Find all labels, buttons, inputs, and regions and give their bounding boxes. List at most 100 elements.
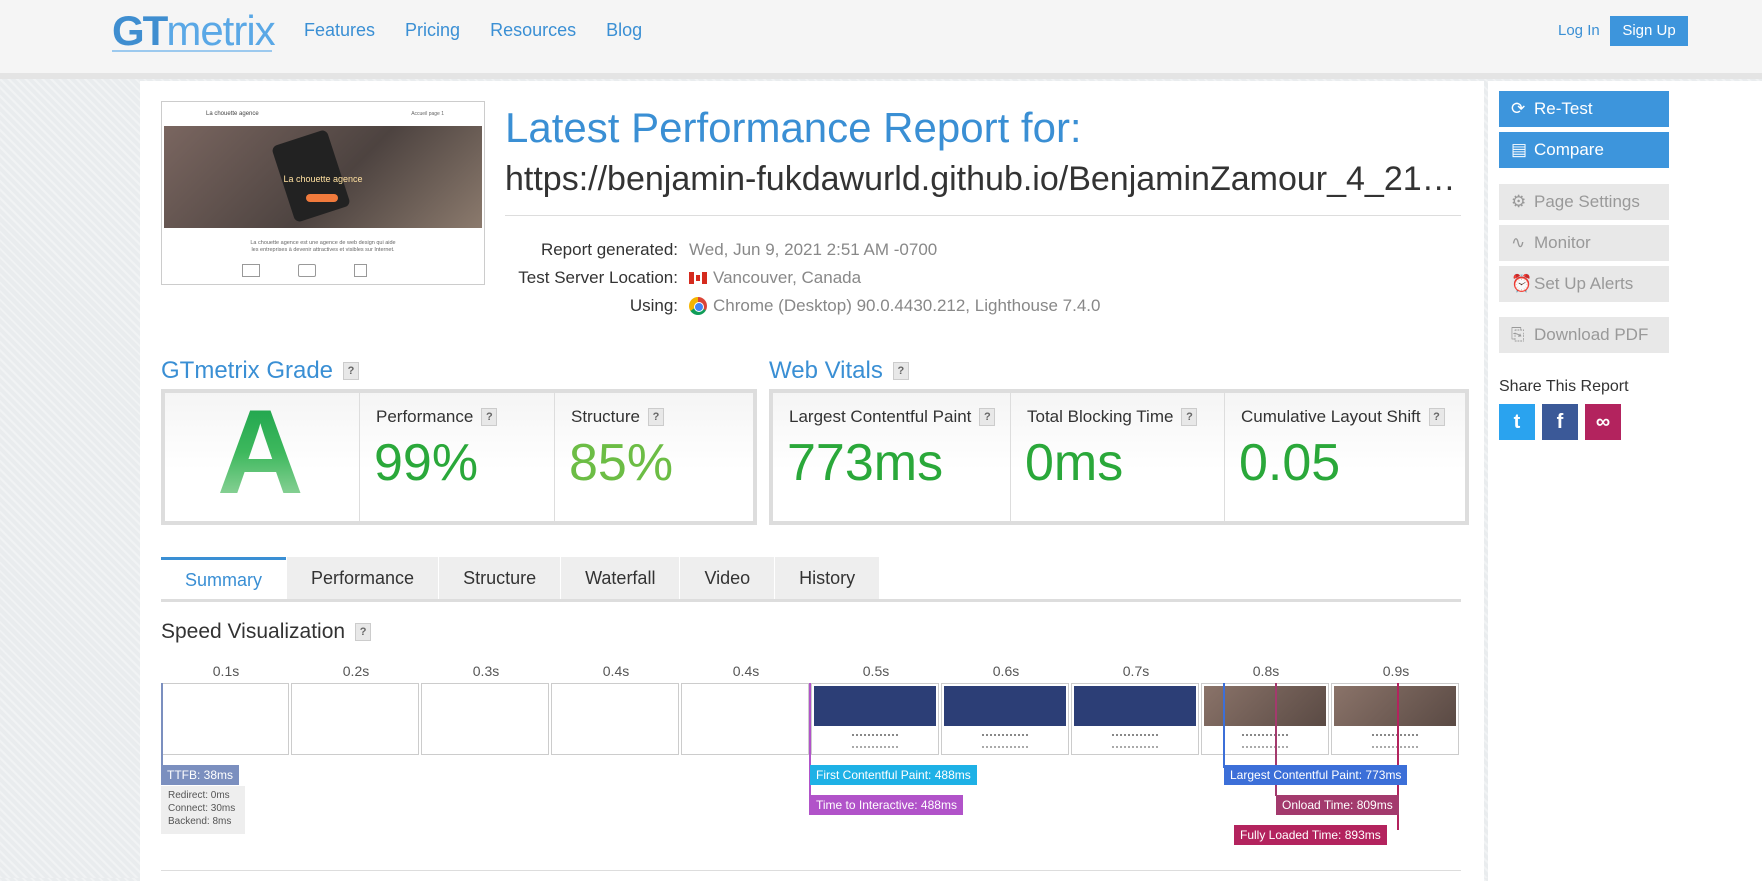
using-label: Using: (629, 296, 678, 315)
nav-blog-link[interactable]: Blog (606, 20, 642, 41)
grade-letter-cell: A (165, 385, 360, 521)
speed-visualization-heading: Speed Visualization? (161, 620, 372, 644)
performance-cell: Performance? 99% (360, 393, 555, 521)
tbt-cell: Total Blocking Time? 0ms (1011, 393, 1225, 521)
help-icon[interactable]: ? (1428, 408, 1445, 426)
web-vitals-heading: Web Vitals? (769, 357, 909, 385)
filmstrip-frame[interactable] (811, 683, 939, 755)
signup-button[interactable]: Sign Up (1610, 16, 1688, 46)
nav-features-link[interactable]: Features (304, 20, 375, 41)
top-navigation-bar: GTmetrix Features Pricing Resources Blog… (0, 0, 1762, 79)
help-icon[interactable]: ? (647, 408, 664, 426)
tab-history[interactable]: History (775, 557, 880, 599)
filmstrip-frame[interactable] (941, 683, 1069, 755)
monitor-button[interactable]: ∿ Monitor (1499, 225, 1669, 261)
vitals-title-text: Web Vitals (769, 357, 883, 384)
backend-time: Backend: 8ms (168, 816, 232, 827)
frame-text (852, 734, 898, 748)
tbt-label: Total Blocking Time? (1027, 407, 1198, 427)
frame-time-label: 0.6s (992, 663, 1020, 679)
help-icon[interactable]: ? (892, 362, 909, 380)
filmstrip-frame[interactable] (551, 683, 679, 755)
thumb-hero-image: La chouette agence (164, 126, 482, 228)
login-link[interactable]: Log In (1558, 22, 1600, 39)
lcp-marker: Largest Contentful Paint: 773ms (1224, 765, 1408, 785)
help-icon[interactable]: ? (1181, 408, 1198, 426)
help-icon[interactable]: ? (343, 362, 360, 380)
alarm-clock-icon: ⏰ (1511, 274, 1533, 293)
tab-video[interactable]: Video (680, 557, 775, 599)
set-up-alerts-button[interactable]: ⏰ Set Up Alerts (1499, 266, 1669, 302)
structure-cell: Structure? 85% (555, 393, 747, 521)
nav-pricing-link[interactable]: Pricing (405, 20, 460, 41)
tab-waterfall[interactable]: Waterfall (561, 557, 680, 599)
performance-label: Performance? (376, 407, 498, 427)
tab-structure[interactable]: Structure (439, 557, 561, 599)
link-share-icon[interactable]: ∞ (1585, 404, 1621, 440)
lcp-label-text: Largest Contentful Paint (789, 407, 972, 426)
filmstrip-frame[interactable] (681, 683, 809, 755)
logo-text-main: GT (112, 7, 168, 54)
thumb-nav-links: Accueil page 1 (411, 111, 444, 117)
alerts-label: Set Up Alerts (1534, 274, 1634, 293)
filmstrip-frame[interactable] (1071, 683, 1199, 755)
structure-label-text: Structure (571, 407, 640, 426)
thumb-body-text: La chouette agence est une agence de web… (162, 240, 484, 254)
frame-image (814, 686, 936, 726)
tti-marker: Time to Interactive: 488ms (810, 795, 963, 815)
frame-time-label: 0.8s (1252, 663, 1280, 679)
frame-image (1074, 686, 1196, 726)
compare-icon: ▤ (1511, 140, 1528, 159)
retest-label: Re-Test (1534, 99, 1593, 118)
frame-text (1112, 734, 1158, 748)
facebook-share-icon[interactable]: f (1542, 404, 1578, 440)
compare-button[interactable]: ▤ Compare (1499, 132, 1669, 168)
frame-time-label: 0.5s (862, 663, 890, 679)
help-icon[interactable]: ? (355, 623, 372, 641)
page-settings-label: Page Settings (1534, 192, 1640, 211)
download-pdf-button[interactable]: ⎘ Download PDF (1499, 317, 1669, 353)
grade-box: A Performance? 99% Structure? 85% (161, 389, 757, 525)
performance-value: 99% (374, 434, 479, 492)
cls-value: 0.05 (1239, 434, 1341, 492)
frame-image (944, 686, 1066, 726)
twitter-share-icon[interactable]: t (1499, 404, 1535, 440)
filmstrip-frame[interactable] (161, 683, 289, 755)
speed-title-text: Speed Visualization (161, 620, 346, 643)
report-generated-label: Report generated: (540, 240, 678, 259)
test-server-location-value: Vancouver, Canada (689, 268, 861, 288)
edit-icon (354, 264, 367, 277)
tab-performance[interactable]: Performance (287, 557, 439, 599)
browser-text: Chrome (Desktop) 90.0.4430.212, Lighthou… (713, 296, 1101, 315)
tab-summary[interactable]: Summary (161, 557, 287, 602)
thumb-hero-button (306, 194, 338, 202)
retest-button[interactable]: ⟳ Re-Test (1499, 91, 1669, 127)
filmstrip-frame[interactable] (421, 683, 549, 755)
monitor-label: Monitor (1534, 233, 1591, 252)
tab-divider (161, 599, 1461, 602)
filmstrip-frame[interactable] (1201, 683, 1329, 755)
frame-time-label: 0.4s (732, 663, 760, 679)
filmstrip-frame[interactable] (1331, 683, 1459, 755)
report-tabs: Summary Performance Structure Waterfall … (161, 557, 880, 602)
fully-loaded-marker: Fully Loaded Time: 893ms (1234, 825, 1387, 845)
filmstrip-frame[interactable] (291, 683, 419, 755)
thumb-text-line: La chouette agence est une agence de web… (250, 240, 396, 246)
grade-letter: A (217, 385, 304, 519)
pdf-icon: ⎘ (1511, 325, 1525, 344)
connect-time: Connect: 30ms (168, 803, 236, 814)
chrome-icon (689, 297, 707, 315)
nav-resources-link[interactable]: Resources (490, 20, 576, 41)
help-icon[interactable]: ? (481, 408, 498, 426)
section-divider (161, 870, 1461, 871)
frame-time-label: 0.1s (212, 663, 240, 679)
frame-time-label: 0.7s (1122, 663, 1150, 679)
help-icon[interactable]: ? (979, 408, 996, 426)
cls-cell: Cumulative Layout Shift? 0.05 (1225, 393, 1459, 521)
report-generated-value: Wed, Jun 9, 2021 2:51 AM -0700 (689, 240, 937, 260)
page-settings-button[interactable]: ⚙ Page Settings (1499, 184, 1669, 220)
grade-title-text: GTmetrix Grade (161, 357, 334, 384)
thumb-hero-title: La chouette agence (283, 174, 363, 184)
thumb-text-line: les entreprises à devenir attractives et… (251, 247, 395, 253)
report-url[interactable]: https://benjamin-fukdawurld.github.io/Be… (505, 160, 1456, 199)
